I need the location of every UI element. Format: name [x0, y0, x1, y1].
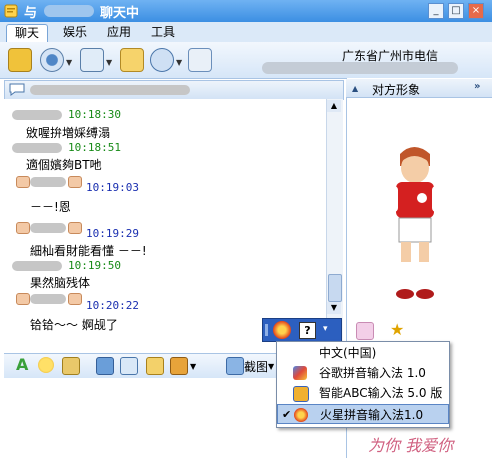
message-text: 铪铪～～ 婀觇了 — [30, 318, 118, 332]
contact-name-redacted — [44, 5, 94, 17]
chat-window-icon — [4, 4, 18, 18]
message-time: 10:18:30 — [68, 108, 121, 121]
star-icon[interactable]: ★ — [390, 322, 408, 338]
tab-chat[interactable]: 聊天 — [6, 24, 48, 42]
ime-menu-item-chinese[interactable]: 中文(中国) — [277, 343, 449, 363]
send-file-icon[interactable] — [120, 48, 144, 72]
mars-pinyin-icon[interactable] — [273, 321, 291, 339]
music-icon[interactable] — [120, 357, 138, 375]
message-time: 10:19:03 — [86, 181, 139, 194]
screenshot-dropdown-icon[interactable]: ▼ — [268, 362, 274, 371]
google-pinyin-icon — [293, 366, 307, 380]
self-avatar-icon — [16, 176, 30, 188]
webcam-icon[interactable] — [40, 48, 64, 72]
scroll-down-icon[interactable]: ▼ — [327, 302, 341, 314]
contact-signature-redacted — [262, 62, 458, 74]
magic-emoticon-icon[interactable] — [62, 357, 80, 375]
outfit-icon[interactable] — [356, 322, 374, 340]
message-time: 10:20:22 — [86, 299, 139, 312]
maximize-button[interactable]: □ — [448, 3, 464, 19]
drag-handle-icon[interactable] — [265, 324, 268, 336]
self-avatar-icon — [68, 176, 82, 188]
screenshot-icon[interactable] — [226, 357, 244, 375]
self-avatar-icon — [16, 222, 30, 234]
sender-name-redacted — [12, 261, 62, 271]
message-time: 10:19:50 — [68, 259, 121, 272]
abc-ime-icon — [293, 386, 309, 402]
sender-name-redacted — [30, 294, 66, 304]
scroll-up-icon[interactable]: ▲ — [327, 100, 341, 112]
ime-dropdown-icon[interactable]: ▾ — [323, 324, 328, 334]
self-avatar-icon — [16, 293, 30, 305]
collapse-icon[interactable]: ▲ — [352, 84, 358, 93]
tab-apps[interactable]: 应用 — [102, 24, 136, 41]
avatar-figure-icon — [388, 147, 442, 299]
message-time: 10:19:29 — [86, 227, 139, 240]
message-scrollbar[interactable] — [326, 99, 343, 353]
scrollbar-thumb[interactable] — [328, 274, 342, 302]
ime-menu-item-abc[interactable]: 智能ABC输入法 5.0 版 — [277, 383, 449, 403]
message-text: 果然脑残体 — [30, 276, 91, 290]
message-text: 敓喔拚増婇缚溻 — [26, 126, 111, 140]
voice-dropdown-icon[interactable]: ▼ — [106, 58, 112, 67]
minimize-button[interactable]: _ — [428, 3, 444, 19]
expand-icon[interactable]: » — [474, 81, 480, 92]
sender-name-redacted — [30, 177, 66, 187]
send-image-icon[interactable] — [96, 357, 114, 375]
voice-icon[interactable] — [80, 48, 104, 72]
checkmark-icon: ✔ — [282, 408, 292, 421]
message-text: 細杣看財能看懂 －－! — [30, 244, 147, 258]
ime-menu-item-google[interactable]: 谷歌拼音输入法 1.0 — [277, 363, 449, 383]
watermark-text: 为你 我爱你 — [368, 436, 454, 455]
message-text: －－!恩 — [30, 200, 71, 214]
ime-help-icon[interactable]: ? — [299, 322, 316, 339]
add-friend-icon[interactable] — [188, 48, 212, 72]
sender-name-redacted — [12, 110, 62, 120]
window-title-suffix: 聊天中 — [100, 6, 140, 21]
contact-info-redacted — [30, 85, 190, 95]
window-title-prefix: 与 — [24, 6, 38, 21]
screenshot-button[interactable]: 截图 — [244, 358, 268, 375]
sender-name-redacted — [12, 143, 62, 153]
emoticon-icon[interactable] — [38, 357, 54, 373]
tab-tools[interactable]: 工具 — [146, 24, 180, 41]
self-avatar-icon — [68, 222, 82, 234]
ime-menu: 中文(中国) 谷歌拼音输入法 1.0 智能ABC输入法 5.0 版 ✔ 火星拼音… — [276, 341, 450, 428]
message-time: 10:18:51 — [68, 141, 121, 154]
scribble-icon[interactable] — [170, 357, 188, 375]
webcam-dropdown-icon[interactable]: ▼ — [66, 58, 72, 67]
greeting-card-icon[interactable] — [146, 357, 164, 375]
tab-entertainment[interactable]: 娱乐 — [58, 24, 92, 41]
scribble-dropdown-icon[interactable]: ▼ — [190, 362, 196, 371]
contact-dropdown-icon[interactable]: ▼ — [176, 58, 182, 67]
self-avatar-icon — [68, 293, 82, 305]
ime-menu-item-mars[interactable]: ✔ 火星拼音输入法1.0 — [277, 404, 449, 424]
ime-status-bar[interactable]: ? ▾ — [262, 318, 342, 342]
mail-icon[interactable] — [8, 48, 32, 72]
right-panel-title: 对方形象 — [372, 83, 421, 97]
speech-bubble-icon — [9, 83, 25, 96]
font-icon[interactable]: A — [16, 355, 28, 374]
mars-pinyin-icon — [294, 408, 308, 422]
contact-card-icon[interactable] — [150, 48, 174, 72]
message-text: 適個嬪夠BT吔 — [26, 158, 102, 172]
sender-name-redacted — [30, 223, 66, 233]
close-button[interactable]: × — [468, 3, 484, 19]
